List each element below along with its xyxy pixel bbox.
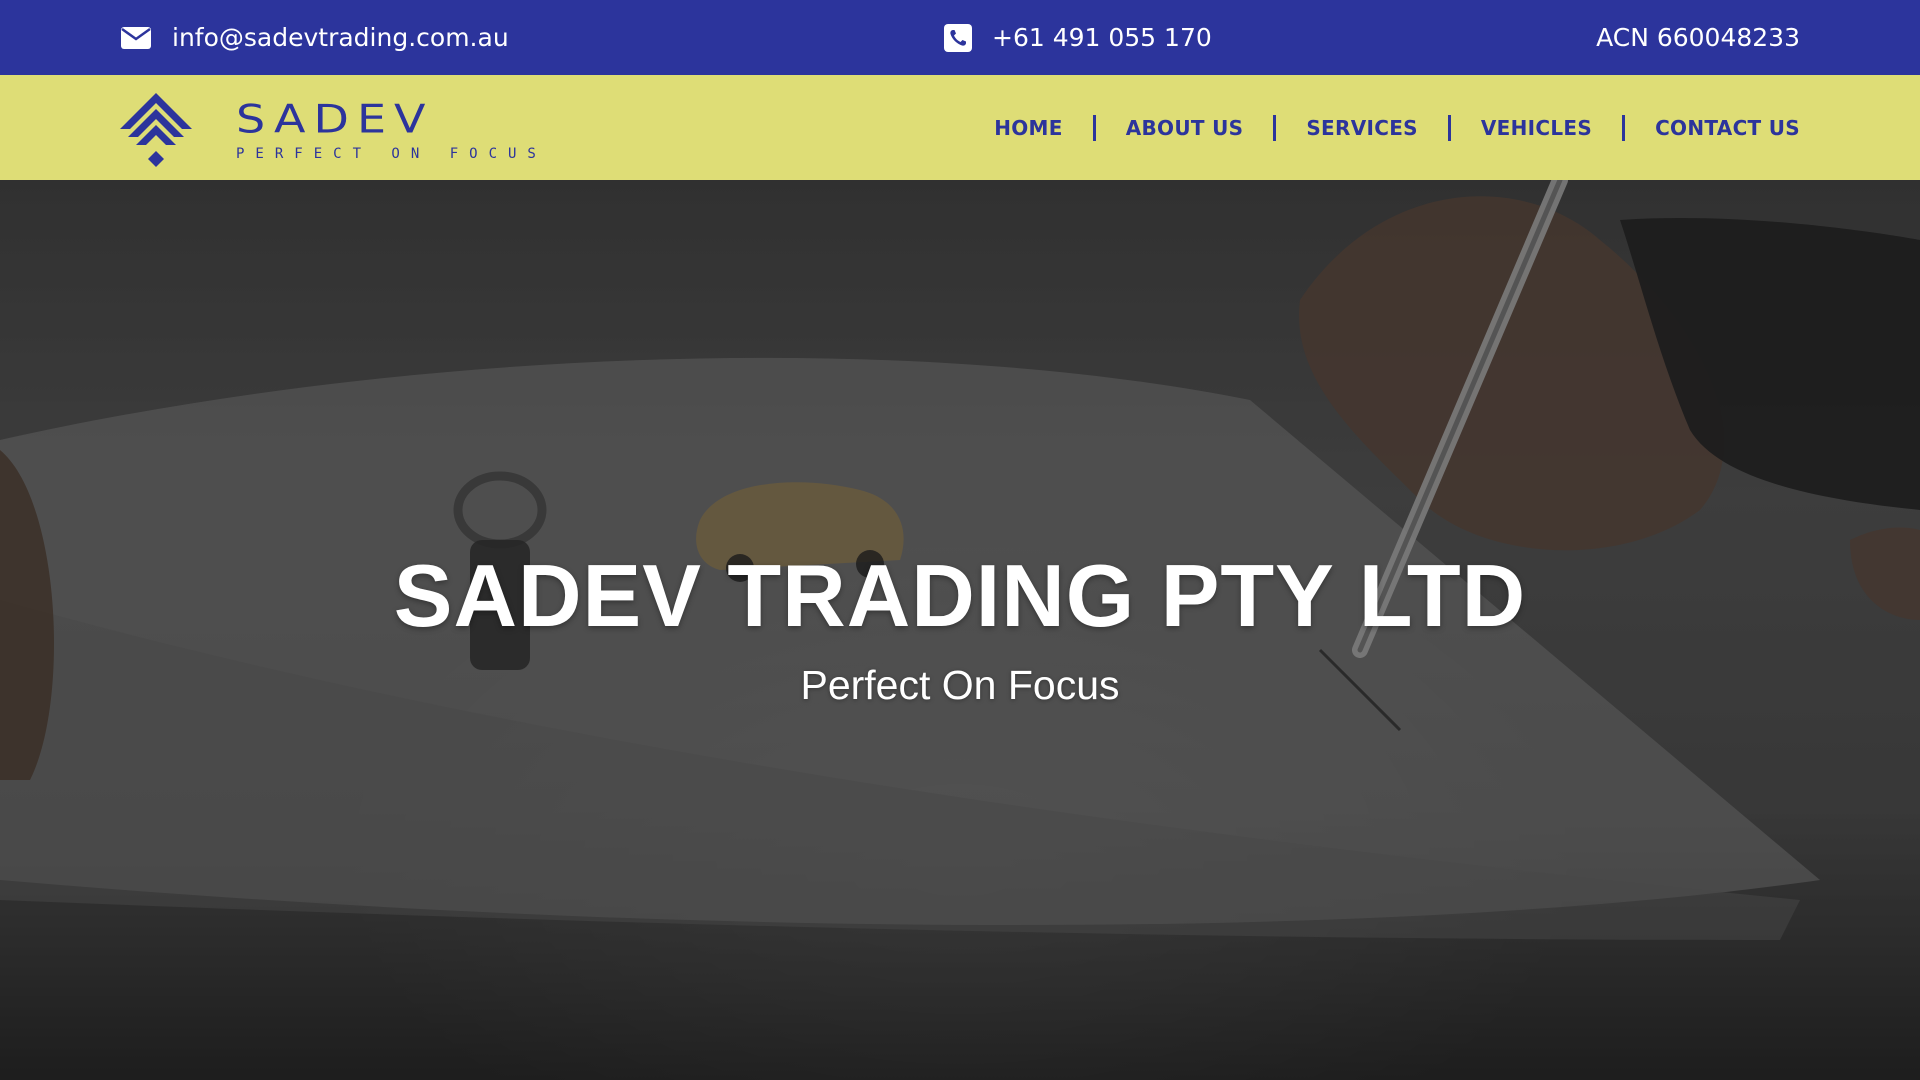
nav-services[interactable]: SERVICES xyxy=(1306,116,1418,140)
hero-subtitle: Perfect On Focus xyxy=(800,662,1120,708)
logo-wordmark: SADEV xyxy=(236,96,434,142)
email-text[interactable]: info@sadevtrading.com.au xyxy=(172,23,509,52)
nav-vehicles[interactable]: VEHICLES xyxy=(1481,116,1592,140)
acn-text: ACN 660048233 xyxy=(1596,23,1800,52)
nav-contact-us[interactable]: CONTACT US xyxy=(1655,116,1800,140)
phone-text[interactable]: +61 491 055 170 xyxy=(992,23,1212,52)
logo[interactable]: SADEV PERFECT ON FOCUS xyxy=(118,89,547,169)
phone-icon xyxy=(944,23,972,52)
nav-divider xyxy=(1273,114,1277,141)
logo-tagline: PERFECT ON FOCUS xyxy=(236,146,547,162)
nav-divider xyxy=(1622,114,1626,141)
hero-banner: SADEV TRADING PTY LTD Perfect On Focus xyxy=(0,180,1920,1080)
nav-menu: HOME ABOUT US SERVICES VEHICLES CONTACT … xyxy=(994,75,1800,180)
email-contact[interactable]: info@sadevtrading.com.au xyxy=(120,0,509,75)
logo-diamond-icon xyxy=(120,93,192,167)
nav-divider xyxy=(1447,114,1451,141)
envelope-icon xyxy=(120,26,152,50)
logo-text: SADEV PERFECT ON FOCUS xyxy=(236,96,547,162)
top-contact-bar: info@sadevtrading.com.au +61 491 055 170… xyxy=(0,0,1920,75)
nav-home[interactable]: HOME xyxy=(994,116,1063,140)
main-navbar: SADEV PERFECT ON FOCUS HOME ABOUT US SER… xyxy=(0,75,1920,180)
phone-contact[interactable]: +61 491 055 170 xyxy=(944,0,1212,75)
nav-about-us[interactable]: ABOUT US xyxy=(1126,116,1244,140)
hero-title: SADEV TRADING PTY LTD xyxy=(393,546,1527,645)
nav-divider xyxy=(1092,114,1096,141)
